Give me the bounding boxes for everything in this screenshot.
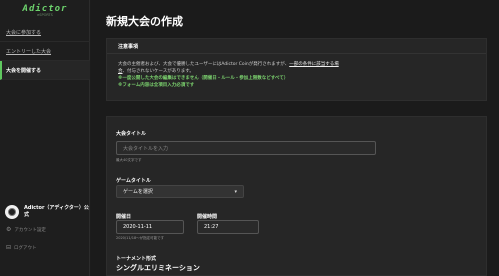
sidebar-item-join[interactable]: 大会に参加する xyxy=(0,23,90,42)
tournament-form: 大会タイトル 大会タイトルを入力 最大40文字です ゲームタイトル ゲームを選択… xyxy=(106,116,487,276)
notice-panel: 注意事項 大会の主催者および、大会で優勝したユーザーにはAdictor Coin… xyxy=(106,38,487,101)
date-input[interactable]: 2020-11-11 xyxy=(116,220,184,234)
notice-text: 、付与されないケースがあります。 xyxy=(122,69,194,74)
logo[interactable]: Adictor eSPORTS xyxy=(0,4,90,17)
game-select-value: ゲームを選択 xyxy=(123,189,153,195)
time-input[interactable]: 21:27 xyxy=(197,220,259,234)
gear-icon: ⚙ xyxy=(6,226,12,233)
game-label: ゲームタイトル xyxy=(116,178,151,184)
main-content: 新規大会の作成 注意事項 大会の主催者および、大会で優勝したユーザーにはAdic… xyxy=(91,0,499,276)
logout-icon: ⊟ xyxy=(6,244,12,251)
logo-subtext: eSPORTS xyxy=(37,13,53,17)
notice-line-1: 大会の主催者および、大会で優勝したユーザーにはAdictor Coinが発行され… xyxy=(118,61,475,68)
sidebar-item-host[interactable]: 大会を開催する xyxy=(0,61,90,80)
date-label: 開催日 xyxy=(116,214,132,220)
avatar xyxy=(5,205,19,219)
sidebar-nav: 大会に参加する エントリーした大会 大会を開催する xyxy=(0,23,90,80)
chevron-down-icon: ▾ xyxy=(234,189,237,195)
page-title: 新規大会の作成 xyxy=(106,15,183,28)
account-settings-link[interactable]: ⚙ アカウント設定 xyxy=(6,226,46,233)
sidebar-item-label: エントリーした大会 xyxy=(6,48,52,55)
game-select[interactable]: ゲームを選択 ▾ xyxy=(116,185,244,198)
sidebar-item-label: 大会を開催する xyxy=(6,67,42,74)
notice-body: 大会の主催者および、大会で優勝したユーザーにはAdictor Coinが発行され… xyxy=(107,54,486,89)
sidebar: Adictor eSPORTS 大会に参加する エントリーした大会 大会を開催す… xyxy=(0,0,90,276)
user-name: Adictor（アディクター）公式 xyxy=(24,205,89,218)
date-hint: 2020/11/18〜が指定可能です xyxy=(116,236,165,240)
title-hint: 最大40文字です xyxy=(116,158,142,162)
format-label: トーナメント形式 xyxy=(116,256,157,262)
title-label: 大会タイトル xyxy=(116,131,147,137)
account-settings-label: アカウント設定 xyxy=(14,227,46,233)
format-value[interactable]: シングルエリミネーション xyxy=(116,263,200,273)
notice-text: 大会の主催者および、大会で優勝したユーザーにはAdictor Coinが発行され… xyxy=(118,62,290,67)
condition-link[interactable]: 一部の条件に該当する場 xyxy=(289,62,339,67)
notice-heading: 注意事項 xyxy=(107,39,486,54)
sidebar-item-entered[interactable]: エントリーした大会 xyxy=(0,42,90,61)
logout-label: ログアウト xyxy=(14,245,37,251)
sidebar-item-label: 大会に参加する xyxy=(6,29,42,36)
notice-warning-edit: ※一度公開した大会の編集はできません（開催日・ルール・参加上限数などすべて） xyxy=(118,76,289,81)
user-profile[interactable]: Adictor（アディクター）公式 xyxy=(5,205,89,219)
time-label: 開催時間 xyxy=(197,214,218,220)
notice-line-2: 合、付与されないケースがあります。 xyxy=(118,68,475,75)
notice-warning-required: ※フォーム内容は全項目入力必須です xyxy=(118,83,195,88)
logout-link[interactable]: ⊟ ログアウト xyxy=(6,244,37,251)
title-input[interactable]: 大会タイトルを入力 xyxy=(116,141,376,155)
